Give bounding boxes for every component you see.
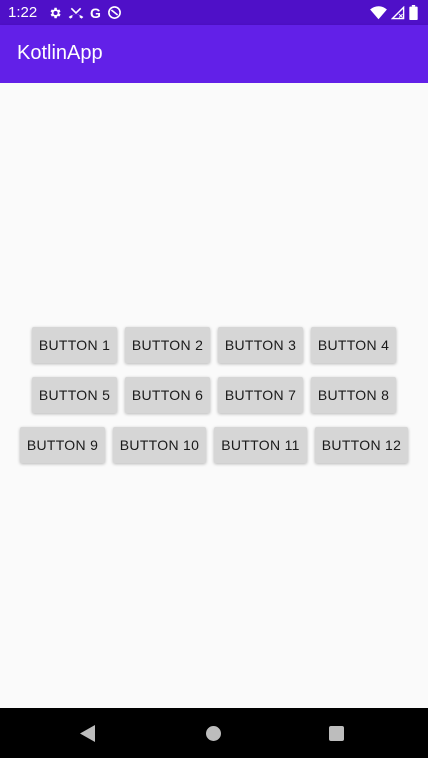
button-row-3: BUTTON 9 BUTTON 10 BUTTON 11 BUTTON 12 — [0, 427, 428, 463]
home-icon[interactable] — [206, 726, 221, 741]
status-bar: 1:22 G — [0, 0, 428, 25]
app-title: KotlinApp — [17, 42, 103, 64]
cell-signal-icon — [391, 5, 405, 20]
status-icons-right — [370, 4, 418, 21]
status-icons-left: G — [48, 4, 122, 21]
button-11[interactable]: BUTTON 11 — [214, 427, 307, 463]
navigation-bar — [0, 708, 428, 758]
gear-icon — [48, 6, 62, 20]
button-9[interactable]: BUTTON 9 — [20, 427, 105, 463]
status-time: 1:22 — [8, 4, 38, 21]
missed-call-icon — [68, 6, 84, 20]
button-1[interactable]: BUTTON 1 — [32, 327, 117, 363]
battery-icon — [409, 5, 418, 20]
app-bar: KotlinApp — [0, 25, 428, 83]
back-icon[interactable] — [80, 725, 96, 747]
button-5[interactable]: BUTTON 5 — [32, 377, 117, 413]
data-saver-icon — [107, 5, 122, 20]
recents-icon[interactable] — [329, 726, 344, 741]
button-row-2: BUTTON 5 BUTTON 6 BUTTON 7 BUTTON 8 — [0, 377, 428, 413]
button-7[interactable]: BUTTON 7 — [218, 377, 303, 413]
wifi-icon — [370, 5, 387, 20]
button-2[interactable]: BUTTON 2 — [125, 327, 210, 363]
button-row-1: BUTTON 1 BUTTON 2 BUTTON 3 BUTTON 4 — [0, 327, 428, 363]
button-10[interactable]: BUTTON 10 — [113, 427, 206, 463]
button-8[interactable]: BUTTON 8 — [311, 377, 396, 413]
button-6[interactable]: BUTTON 6 — [125, 377, 210, 413]
button-12[interactable]: BUTTON 12 — [315, 427, 408, 463]
content-area: BUTTON 1 BUTTON 2 BUTTON 3 BUTTON 4 BUTT… — [0, 83, 428, 708]
button-3[interactable]: BUTTON 3 — [218, 327, 303, 363]
google-g-icon: G — [90, 4, 101, 21]
button-4[interactable]: BUTTON 4 — [311, 327, 396, 363]
